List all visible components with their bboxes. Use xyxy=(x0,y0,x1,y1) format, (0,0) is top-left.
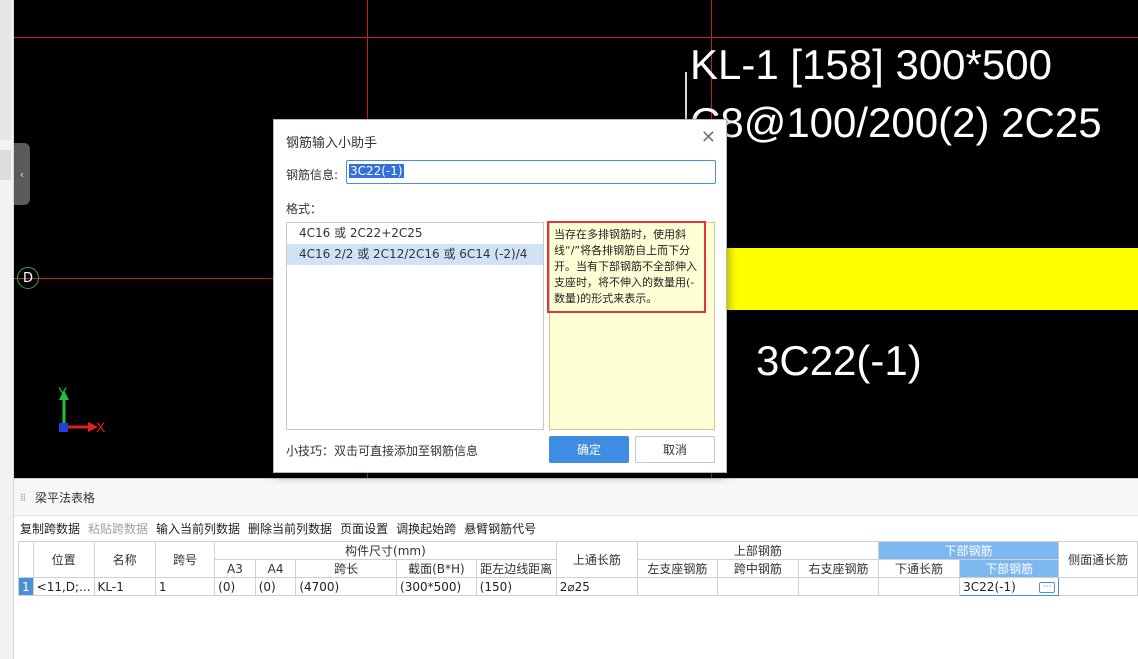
left-strip-segment xyxy=(0,150,11,180)
cell-section[interactable]: (300*500) xyxy=(396,577,477,596)
header-top-right: 右支座钢筋 xyxy=(798,559,879,578)
collapse-panel-button[interactable]: ‹ xyxy=(14,143,30,205)
cancel-button[interactable]: 取消 xyxy=(635,436,715,463)
beam-label-line2: C8@100/200(2) 2C25 xyxy=(690,99,1102,146)
format-label: 格式： xyxy=(286,202,323,216)
page-setup-button[interactable]: 页面设置 xyxy=(338,520,394,537)
grid-line-horizontal xyxy=(14,37,1138,38)
cell-left-edge-distance[interactable]: (150) xyxy=(475,577,557,596)
cell-bottom-rebar-value: 3C22(-1) xyxy=(963,579,1016,594)
left-strip-segment xyxy=(0,0,11,140)
row-number[interactable]: 1 xyxy=(18,577,34,596)
header-side-through: 侧面通长筋 xyxy=(1058,541,1138,578)
axis-bubble-label: D xyxy=(22,270,33,286)
tip-text: 小技巧：双击可直接添加至钢筋信息 xyxy=(286,444,479,458)
header-span-length: 跨长 xyxy=(295,559,398,578)
list-item[interactable]: 4C16 或 2C22+2C25 xyxy=(287,223,543,244)
hint-panel: 当存在多排钢筋时，使用斜线“/”将各排钢筋自上而下分开。当有下部钢筋不全部伸入支… xyxy=(547,221,715,430)
rebar-info-input[interactable]: 3C22(-1) xyxy=(346,160,716,184)
header-row-1: 位置 名称 跨号 构件尺寸(mm) 上通长筋 上部钢筋 下部钢筋 侧面通长筋 xyxy=(18,541,1138,578)
ellipsis-icon[interactable]: ··· xyxy=(1039,581,1056,593)
cantilever-rebar-code-button[interactable]: 悬臂钢筋代号 xyxy=(462,520,542,537)
ok-button[interactable]: 确定 xyxy=(549,436,629,463)
cell-top-through[interactable]: 2⌀25 xyxy=(555,577,639,596)
drag-grip-icon[interactable]: ⁞⁞ xyxy=(20,491,26,504)
header-bottom-group: 下部钢筋 xyxy=(877,541,1060,560)
header-dimension-group: 构件尺寸(mm) xyxy=(214,541,557,560)
bottom-rebar-label: 3C22(-1) xyxy=(756,337,922,384)
table-row: 1 <11,D;... KL-1 1 (0) (0) (4700) (300*5… xyxy=(18,577,1138,596)
cell-top-left[interactable] xyxy=(637,577,718,596)
header-position: 位置 xyxy=(32,541,95,578)
row-header-corner xyxy=(18,541,34,578)
beam-table: 位置 名称 跨号 构件尺寸(mm) 上通长筋 上部钢筋 下部钢筋 侧面通长筋 A… xyxy=(18,541,1138,596)
header-top-mid: 跨中钢筋 xyxy=(716,559,800,578)
axis-x-label: X xyxy=(96,419,106,435)
header-span-no: 跨号 xyxy=(154,541,216,578)
dialog-title: 钢筋输入小助手 xyxy=(286,136,378,151)
delete-column-data-button[interactable]: 删除当前列数据 xyxy=(246,520,338,537)
swap-start-span-button[interactable]: 调换起始跨 xyxy=(394,520,462,537)
table-toolbar: 复制跨数据 粘贴跨数据 输入当前列数据 删除当前列数据 页面设置 调换起始跨 悬… xyxy=(14,516,1138,540)
close-icon[interactable]: ✕ xyxy=(701,129,716,147)
axis-y-label: Y xyxy=(58,384,68,400)
cell-side-through[interactable] xyxy=(1058,577,1138,596)
beam-label-line1: KL-1 [158] 300*500 xyxy=(690,41,1052,88)
header-bottom-through: 下通长筋 xyxy=(877,559,961,578)
rebar-info-value: 3C22(-1) xyxy=(349,164,404,178)
cell-bottom-through[interactable] xyxy=(877,577,961,596)
header-a4: A4 xyxy=(254,559,297,578)
beam-shape[interactable] xyxy=(727,248,1138,310)
beam-table-panel: ⁞⁞ 梁平法表格 复制跨数据 粘贴跨数据 输入当前列数据 删除当前列数据 页面设… xyxy=(14,478,1138,659)
cell-position[interactable]: <11,D;... xyxy=(32,577,95,596)
cell-name[interactable]: KL-1 xyxy=(93,577,156,596)
rebar-info-label: 钢筋信息: xyxy=(286,168,339,182)
axis-bubble-d: D xyxy=(17,267,39,289)
panel-title: 梁平法表格 xyxy=(35,490,96,505)
cell-span-no[interactable]: 1 xyxy=(154,577,216,596)
header-top-group: 上部钢筋 xyxy=(637,541,879,560)
panel-title-bar[interactable]: ⁞⁞ 梁平法表格 xyxy=(14,479,1138,516)
app-root: KL-1 [158] 300*500 C8@100/200(2) 2C25 3C… xyxy=(0,0,1138,659)
cell-a4[interactable]: (0) xyxy=(254,577,297,596)
paste-span-data-button[interactable]: 粘贴跨数据 xyxy=(86,520,154,537)
list-item[interactable]: 4C16 2/2 或 2C12/2C16 或 6C14 (-2)/4 xyxy=(287,244,543,265)
rebar-input-dialog: 钢筋输入小助手 ✕ 钢筋信息: 3C22(-1) 格式： 4C16 或 2C22… xyxy=(273,119,727,473)
header-top-left: 左支座钢筋 xyxy=(637,559,718,578)
cell-top-mid[interactable] xyxy=(716,577,800,596)
chevron-left-icon: ‹ xyxy=(19,167,25,181)
header-name: 名称 xyxy=(93,541,156,578)
cell-a3[interactable]: (0) xyxy=(214,577,256,596)
left-strip xyxy=(0,0,14,659)
header-top-through: 上通长筋 xyxy=(555,541,639,578)
input-column-data-button[interactable]: 输入当前列数据 xyxy=(154,520,246,537)
header-a3: A3 xyxy=(214,559,256,578)
cell-bottom-rebar[interactable]: 3C22(-1) ··· xyxy=(959,577,1060,596)
header-bottom-rebar: 下部钢筋 xyxy=(959,559,1060,578)
format-list[interactable]: 4C16 或 2C22+2C25 4C16 2/2 或 2C12/2C16 或 … xyxy=(286,222,544,430)
cell-span-length[interactable]: (4700) xyxy=(295,577,398,596)
copy-span-data-button[interactable]: 复制跨数据 xyxy=(18,520,86,537)
header-left-edge-distance: 距左边线距离 xyxy=(475,559,557,578)
cell-top-right[interactable] xyxy=(798,577,879,596)
hint-text: 当存在多排钢筋时，使用斜线“/”将各排钢筋自上而下分开。当有下部钢筋不全部伸入支… xyxy=(547,221,706,313)
header-section: 截面(B*H) xyxy=(396,559,477,578)
